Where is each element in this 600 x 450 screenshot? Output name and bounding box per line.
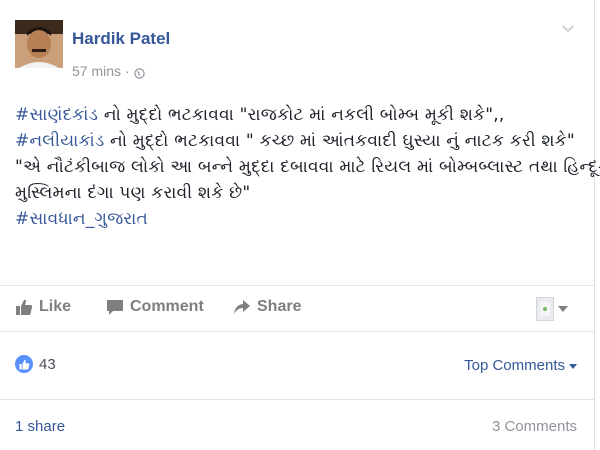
author-avatar[interactable] <box>15 20 63 68</box>
comment-button[interactable]: Comment <box>106 298 204 316</box>
like-label: Like <box>39 298 72 315</box>
post-content: #સાણંદકાંડ નો મુદ્દો ભટકાવવા "રાજકોટ માં… <box>15 102 600 232</box>
post-time[interactable]: 57 mins <box>72 63 121 79</box>
meta-separator: · <box>125 63 130 79</box>
content-line-5: #સાવધાન_ગુજરાત <box>15 206 585 232</box>
hashtag-savdhan-gujarat[interactable]: #સાવધાન_ગુજરાત <box>15 209 148 229</box>
content-text-1: નો મુદ્દો ભટકાવવા "રાજકોટ માં નકલી બોમ્બ… <box>98 105 505 125</box>
content-line-4: મુસ્લિમના દંગા પણ કરાવી શકે છે" <box>15 183 251 203</box>
content-line-3: "એ નૌટંકીબાજ લોકો આ બન્ને મુદ્દા દબાવવા … <box>15 157 600 177</box>
reaction-selector[interactable] <box>536 297 568 321</box>
share-count[interactable]: 1 share <box>15 418 65 435</box>
page-thumbnail-icon <box>536 297 554 321</box>
share-button[interactable]: Share <box>233 298 301 316</box>
hashtag-naliya[interactable]: #નલીયાકાંડ <box>15 131 104 151</box>
author-name[interactable]: Hardik Patel <box>72 29 170 49</box>
top-comments-dropdown[interactable]: Top Comments <box>464 357 577 374</box>
like-count[interactable]: 43 <box>15 355 56 373</box>
post-meta: 57 mins · <box>72 63 145 79</box>
content-line-1: #સાણંદકાંડ નો મુદ્દો ભટકાવવા "રાજકોટ માં… <box>15 102 585 128</box>
reactions-row: 43 Top Comments <box>0 331 594 400</box>
comment-icon <box>106 298 124 316</box>
like-badge-icon <box>15 355 33 373</box>
comment-count[interactable]: 3 Comments <box>492 418 577 435</box>
content-text-2: નો મુદ્દો ભટકાવવા " કચ્છ માં આંતકવાદી ઘુ… <box>104 131 575 151</box>
caret-down-icon <box>569 364 577 369</box>
like-button[interactable]: Like <box>15 298 71 316</box>
post-header: Hardik Patel 57 mins · <box>15 20 585 92</box>
share-arrow-icon <box>233 298 251 316</box>
facebook-post: Hardik Patel 57 mins · #સાણંદકાંડ નો મુદ… <box>0 0 600 450</box>
share-label: Share <box>257 298 302 315</box>
top-comments-label: Top Comments <box>464 357 565 374</box>
avatar-photo <box>15 20 63 68</box>
comment-label: Comment <box>130 298 204 315</box>
globe-icon[interactable] <box>134 66 145 79</box>
hashtag-sanand[interactable]: #સાણંદકાંડ <box>15 105 98 125</box>
content-line-2: #નલીયાકાંડ નો મુદ્દો ભટકાવવા " કચ્છ માં … <box>15 128 585 154</box>
chevron-down-icon[interactable] <box>561 22 575 36</box>
thumbs-up-icon <box>15 298 33 316</box>
like-count-value: 43 <box>39 355 56 373</box>
post-actions-bar: Like Comment Share <box>0 285 594 332</box>
caret-down-icon <box>558 306 568 312</box>
